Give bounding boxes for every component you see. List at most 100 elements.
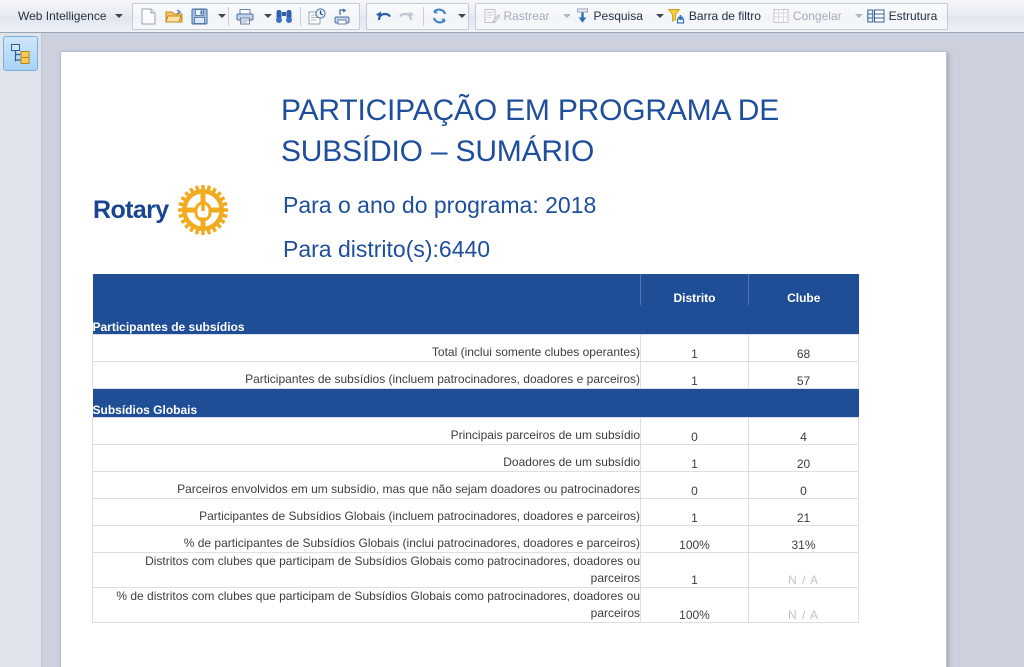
main-toolbar: Web Intelligence Rastrear Pesquisa Barra… (0, 0, 1024, 33)
refresh-button[interactable] (427, 5, 452, 28)
print-button[interactable] (232, 5, 258, 28)
track-changes-label: Rastrear (503, 9, 550, 23)
file-toolbar-group (131, 2, 360, 30)
column-header-clube: Clube (748, 274, 859, 305)
toolbar-separator (299, 6, 301, 26)
summary-table: Distrito Clube Participantes de subsídio… (92, 274, 859, 623)
column-header-distrito: Distrito (640, 274, 749, 305)
table-cell-clube: 0 (748, 470, 859, 499)
table-cell-clube: N / A (748, 586, 859, 623)
track-changes-button[interactable]: Rastrear (479, 5, 557, 28)
table-cell-distrito: 1 (640, 497, 749, 526)
table-section-label: Participantes de subsídios (92, 305, 859, 334)
table-row: Principais parceiros de um subsídio 0 4 (92, 416, 859, 445)
filter-funnel-icon (667, 8, 685, 24)
table-cell-distrito: 0 (640, 470, 749, 499)
track-changes-dropdown-button[interactable] (557, 5, 572, 28)
redo-button[interactable] (395, 5, 420, 28)
toolbar-separator (227, 6, 229, 26)
table-cell-distrito: 1 (640, 551, 749, 588)
chevron-down-icon (114, 14, 123, 18)
history-toolbar-group (365, 2, 469, 30)
table-body: Participantes de subsídios Total (inclui … (92, 305, 859, 623)
table-cell-clube: 20 (748, 443, 859, 472)
table-cell-clube: 68 (748, 333, 859, 362)
table-cell-clube: 31% (748, 524, 859, 553)
drill-dropdown-button[interactable] (650, 5, 665, 28)
refresh-icon (431, 8, 448, 24)
save-dropdown-button[interactable] (212, 5, 226, 28)
open-document-button[interactable] (161, 5, 187, 28)
column-header-blank (92, 274, 641, 305)
table-row: % de distritos com clubes que participam… (92, 586, 859, 623)
freeze-grid-icon (773, 8, 789, 24)
freeze-label: Congelar (792, 9, 842, 23)
table-head: Distrito Clube (92, 274, 859, 305)
freeze-button[interactable]: Congelar (768, 5, 849, 28)
page-title: PARTICIPAÇÃO EM PROGRAMA DE SUBSÍDIO – S… (281, 94, 780, 168)
app-menu-button[interactable]: Web Intelligence (0, 4, 129, 29)
table-row: % de participantes de Subsídios Globais … (92, 524, 859, 553)
table-cell-clube: 57 (748, 360, 859, 389)
print-dropdown-button[interactable] (258, 5, 272, 28)
schedule-button[interactable] (304, 5, 330, 28)
table-section-row: Participantes de subsídios (92, 305, 859, 334)
filter-bar-button[interactable]: Barra de filtro (663, 5, 768, 28)
rotary-gear-wheel-icon (177, 185, 228, 235)
export-arrow-icon (334, 8, 352, 25)
table-section-label: Subsídios Globais (92, 388, 859, 417)
chevron-down-icon (218, 14, 226, 18)
table-row: Participantes de subsídios (incluem patr… (92, 360, 859, 389)
new-document-button[interactable] (136, 5, 161, 28)
table-row: Doadores de um subsídio 1 20 (92, 443, 859, 472)
table-cell-label: Principais parceiros de um subsídio (92, 416, 641, 445)
table-row: Total (inclui somente clubes operantes) 1… (92, 333, 859, 362)
table-cell-label: % de distritos com clubes que participam… (92, 586, 641, 623)
printer-icon (236, 8, 254, 25)
table-cell-distrito: 1 (640, 333, 749, 362)
table-cell-label: Doadores de um subsídio (92, 443, 641, 472)
table-header-row: Distrito Clube (92, 274, 859, 305)
drill-label: Pesquisa (593, 9, 643, 23)
table-row: Distritos com clubes que participam de S… (92, 551, 859, 588)
chevron-down-icon (458, 14, 466, 18)
left-side-panel-rail (0, 33, 42, 667)
track-changes-icon (484, 8, 500, 24)
table-cell-label: Participantes de Subsídios Globais (incl… (92, 497, 641, 526)
refresh-dropdown-button[interactable] (452, 5, 466, 28)
report-subtitle-year: Para o ano do programa: 2018 (283, 192, 597, 218)
report-canvas[interactable]: PARTICIPAÇÃO EM PROGRAMA DE SUBSÍDIO – S… (43, 33, 1024, 667)
analysis-toolbar-group: Rastrear Pesquisa Barra de filtro Congel… (474, 2, 949, 30)
drill-button[interactable]: Pesquisa (570, 5, 650, 28)
freeze-dropdown-button[interactable] (849, 5, 864, 28)
table-section-row: Subsídios Globais (92, 388, 859, 417)
filter-bar-label: Barra de filtro (688, 9, 761, 23)
save-disk-icon (191, 8, 208, 25)
report-body: PARTICIPAÇÃO EM PROGRAMA DE SUBSÍDIO – S… (61, 52, 946, 667)
new-document-icon (141, 8, 156, 25)
table-cell-label: % de participantes de Subsídios Globais … (92, 524, 641, 553)
find-button[interactable] (271, 5, 297, 28)
table-cell-distrito: 1 (640, 360, 749, 389)
table-cell-clube: N / A (748, 551, 859, 588)
undo-button[interactable] (370, 5, 395, 28)
rotary-logo: Rotary (93, 185, 228, 235)
report-subtitle-district: Para distrito(s):6440 (283, 236, 491, 262)
table-cell-distrito: 1 (640, 443, 749, 472)
export-button[interactable] (330, 5, 356, 28)
report-page: PARTICIPAÇÃO EM PROGRAMA DE SUBSÍDIO – S… (60, 51, 947, 667)
save-document-button[interactable] (187, 5, 212, 28)
table-cell-clube: 21 (748, 497, 859, 526)
table-cell-distrito: 100% (640, 586, 749, 623)
outline-label: Estrutura (888, 9, 938, 23)
table-cell-distrito: 0 (640, 416, 749, 445)
schedule-clock-icon (308, 7, 326, 25)
outline-button[interactable]: Estrutura (862, 5, 945, 28)
table-cell-label: Parceiros envolvidos em um subsídio, mas… (92, 470, 641, 499)
binoculars-icon (275, 8, 293, 24)
table-row: Parceiros envolvidos em um subsídio, mas… (92, 470, 859, 499)
document-structure-panel-button[interactable] (3, 36, 38, 71)
redo-arrow-icon (398, 9, 416, 24)
drill-down-icon (575, 8, 590, 24)
outline-structure-icon (866, 8, 885, 24)
